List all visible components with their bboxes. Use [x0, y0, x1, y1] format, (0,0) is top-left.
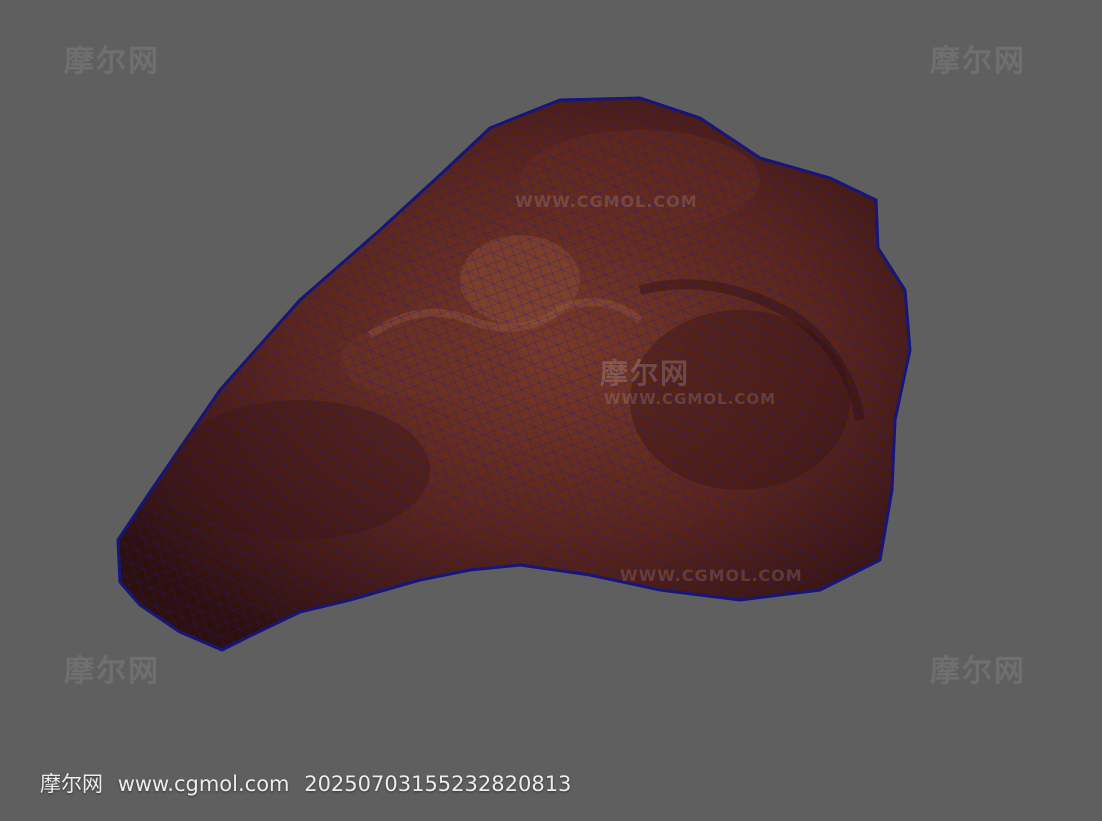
image-caption: 摩尔网 www.cgmol.com 20250703155232820813 [40, 768, 579, 798]
wireframe-overlay [118, 98, 910, 650]
caption-site-name: 摩尔网 [40, 772, 103, 796]
caption-url: www.cgmol.com [117, 772, 290, 796]
viewport-scene[interactable] [0, 0, 1102, 821]
rock-mesh[interactable] [0, 0, 1102, 821]
3d-viewport[interactable]: 摩尔网 摩尔网 摩尔网 WWW.CGMOL.COM WWW.CGMOL.COM … [0, 0, 1102, 821]
caption-id: 20250703155232820813 [304, 772, 572, 796]
